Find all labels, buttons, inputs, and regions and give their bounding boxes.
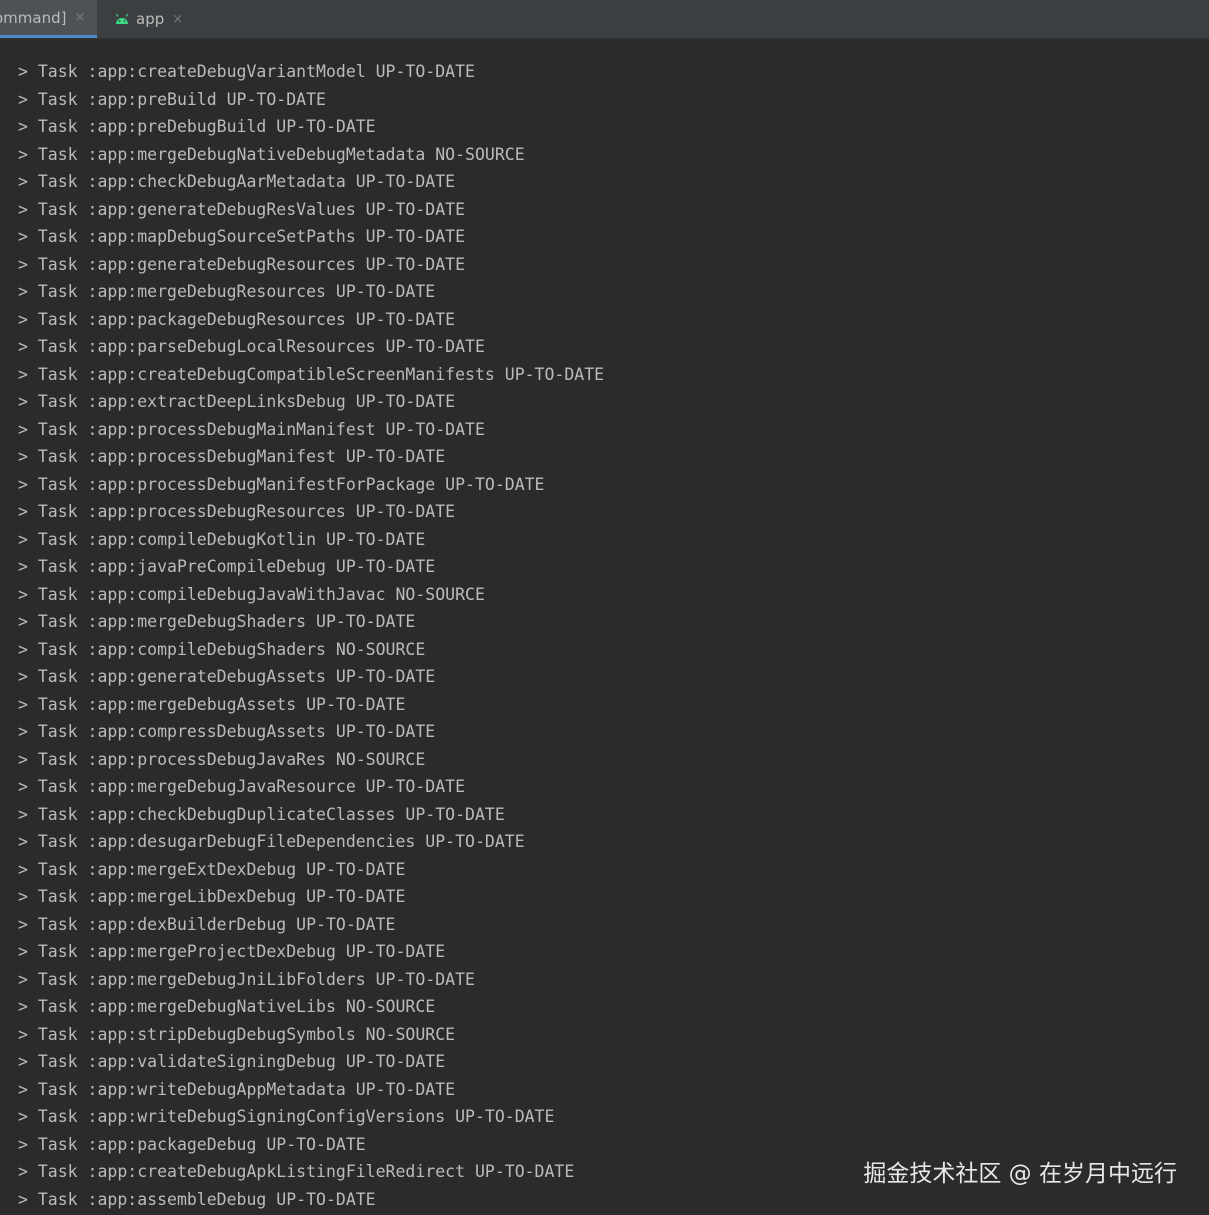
console-line: > Task :app:packageDebug UP-TO-DATE <box>18 1134 366 1154</box>
console-line: > Task :app:compileDebugKotlin UP-TO-DAT… <box>18 529 426 549</box>
console-line: > Task :app:compileDebugJavaWithJavac NO… <box>18 584 485 604</box>
console-line: > Task :app:generateDebugResources UP-TO… <box>18 254 466 274</box>
console-line: > Task :app:mergeDebugNativeLibs NO-SOUR… <box>18 997 436 1016</box>
console-line: > Task :app:processDebugMainManifest UP-… <box>18 419 485 439</box>
build-output-console[interactable]: > Task :app:createDebugVariantModel UP-T… <box>0 39 1209 1215</box>
console-line: > Task :app:processDebugResources UP-TO-… <box>18 502 456 521</box>
android-icon <box>115 13 129 24</box>
console-line: > Task :app:mergeDebugJavaResource UP-TO… <box>18 777 466 796</box>
console-line: > Task :app:mergeExtDexDebug UP-TO-DATE <box>18 859 406 879</box>
console-line: > Task :app:generateDebugAssets UP-TO-DA… <box>18 667 436 686</box>
console-line: > Task :app:dexBuilderDebug UP-TO-DATE <box>18 914 396 934</box>
console-line: > Task :app:compileDebugShaders NO-SOURC… <box>18 639 426 659</box>
console-line: > Task :app:validateSigningDebug UP-TO-D… <box>18 1052 446 1071</box>
console-line: > Task :app:assembleDebug UP-TO-DATE <box>18 1189 376 1209</box>
tab-command-label: ommand] <box>0 8 67 27</box>
console-line: > Task :app:processDebugJavaRes NO-SOURC… <box>18 749 426 769</box>
console-line: > Task :app:writeDebugSigningConfigVersi… <box>18 1107 555 1126</box>
console-line: > Task :app:generateDebugResValues UP-TO… <box>18 199 466 219</box>
console-line: > Task :app:mergeLibDexDebug UP-TO-DATE <box>18 887 406 906</box>
console-line: > Task :app:createDebugVariantModel UP-T… <box>18 62 475 81</box>
console-line: > Task :app:parseDebugLocalResources UP-… <box>18 337 485 356</box>
tab-bar: ommand] × app × <box>0 0 1209 39</box>
tab-command-close-icon[interactable]: × <box>74 10 85 25</box>
console-line: > Task :app:mapDebugSourceSetPaths UP-TO… <box>18 227 466 246</box>
console-line: > Task :app:processDebugManifestForPacka… <box>18 474 545 494</box>
console-line: > Task :app:preBuild UP-TO-DATE <box>18 89 326 109</box>
console-line: > Task :app:packageDebugResources UP-TO-… <box>18 309 456 329</box>
console-line: > Task :app:preDebugBuild UP-TO-DATE <box>18 117 376 136</box>
console-line: > Task :app:javaPreCompileDebug UP-TO-DA… <box>18 557 436 576</box>
console-line: > Task :app:createDebugApkListingFileRed… <box>18 1162 575 1181</box>
console-line: > Task :app:mergeDebugNativeDebugMetadat… <box>18 144 525 164</box>
console-line: > Task :app:stripDebugDebugSymbols NO-SO… <box>18 1024 456 1044</box>
console-line: > Task :app:checkDebugDuplicateClasses U… <box>18 804 505 824</box>
console-line: > Task :app:extractDeepLinksDebug UP-TO-… <box>18 392 456 411</box>
watermark: 掘金技术社区 @ 在岁月中远行 <box>863 1161 1177 1187</box>
console-line: > Task :app:mergeDebugJniLibFolders UP-T… <box>18 969 475 989</box>
console-line: > Task :app:desugarDebugFileDependencies… <box>18 832 525 851</box>
console-line: > Task :app:processDebugManifest UP-TO-D… <box>18 447 446 466</box>
console-line: > Task :app:writeDebugAppMetadata UP-TO-… <box>18 1079 456 1099</box>
console-line: > Task :app:mergeProjectDexDebug UP-TO-D… <box>18 942 446 961</box>
console-line: > Task :app:createDebugCompatibleScreenM… <box>18 364 605 384</box>
console-line: > Task :app:mergeDebugShaders UP-TO-DATE <box>18 612 416 631</box>
console-line: > Task :app:mergeDebugAssets UP-TO-DATE <box>18 694 406 714</box>
tab-app-label: app <box>136 10 165 28</box>
console-line: > Task :app:checkDebugAarMetadata UP-TO-… <box>18 172 456 191</box>
console-line: > Task :app:mergeDebugResources UP-TO-DA… <box>18 282 436 301</box>
tab-app-close-icon[interactable]: × <box>172 12 183 27</box>
tab-command[interactable]: ommand] × <box>0 0 97 38</box>
console-line: > Task :app:compressDebugAssets UP-TO-DA… <box>18 722 436 741</box>
tab-app[interactable]: app × <box>100 0 200 38</box>
